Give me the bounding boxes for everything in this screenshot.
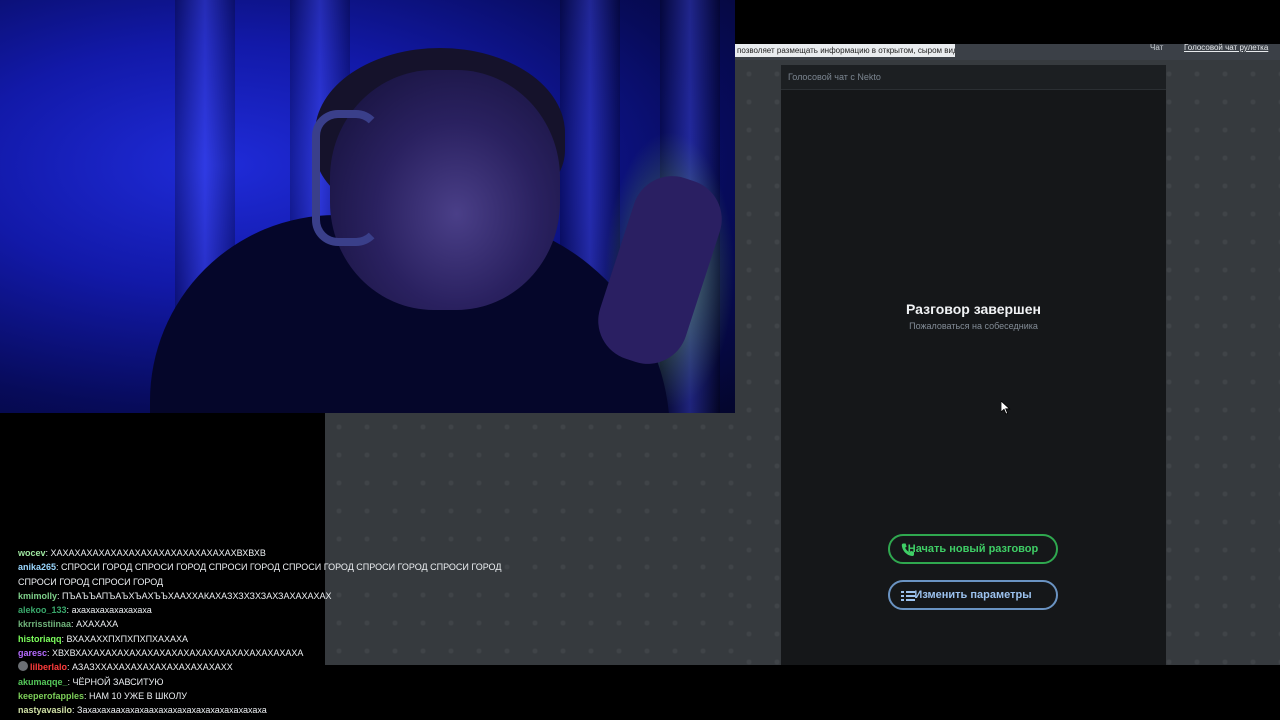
chat-text: ХВХВХАХАХАХАХАХАХАХАХАХАХАХАХАХАХАХАХАХА… xyxy=(52,648,304,659)
chat-message: historiaqq: ВХАХАХХПХПХПХПХАХАХА xyxy=(18,632,538,646)
chat-text: СПРОСИ ГОРОД СПРОСИ ГОРОД СПРОСИ ГОРОД С… xyxy=(18,562,502,587)
chat-username[interactable]: garesc xyxy=(18,648,47,658)
chat-text: ЧЁРНОЙ ЗАВСИТУЮ xyxy=(72,676,164,687)
avatar-badge-icon xyxy=(18,661,28,672)
change-parameters-button[interactable]: Изменить параметры xyxy=(888,580,1058,610)
stream-chat: wocev: ХАХАХАХАХАХАХАХАХАХАХАХАХАХАХАХВХ… xyxy=(18,546,538,718)
chat-username[interactable]: anika265 xyxy=(18,562,56,572)
site-notice: позволяет размещать информацию в открыто… xyxy=(735,44,955,57)
chat-message: alekoo_133: ахахахахахахахаха xyxy=(18,603,538,617)
start-new-conversation-label: Начать новый разговор xyxy=(907,543,1039,555)
settings-list-icon xyxy=(901,591,915,601)
change-parameters-label: Изменить параметры xyxy=(914,589,1032,601)
chat-message: lilberlalo: АЗАЗХХАХАХАХАХАХАХАХАХАХАХХ xyxy=(18,660,538,674)
chat-username[interactable]: nastyavasilo xyxy=(18,705,72,715)
chat-message: keeperofapples: НАМ 10 УЖЕ В ШКОЛУ xyxy=(18,689,538,703)
chat-text: ПЪАЪЪАПЪАЪХЪАХЪЪХААХХАКАХАЗХЗХЗХЗАХЗАХАХ… xyxy=(62,590,332,601)
chat-username[interactable]: historiaqq xyxy=(18,634,62,644)
chat-username[interactable]: keeperofapples xyxy=(18,691,84,701)
report-partner-link[interactable]: Пожаловаться на собеседника xyxy=(781,321,1166,331)
chat-username[interactable]: wocev xyxy=(18,548,46,558)
chat-text: Захахахаахахахаахахахахахахахахахахахаха xyxy=(77,705,267,716)
panel-header: Голосовой чат с Nekto xyxy=(781,65,1166,90)
conversation-ended-title: Разговор завершен xyxy=(906,301,1041,317)
chat-username[interactable]: lilberlalo xyxy=(30,662,67,672)
nav-link-voice-roulette[interactable]: Голосовой чат рулетка xyxy=(1184,43,1268,52)
panel-title: Голосовой чат с Nekto xyxy=(788,72,881,82)
chat-username[interactable]: kkrrisstiinaa xyxy=(18,619,71,629)
chat-text: НАМ 10 УЖЕ В ШКОЛУ xyxy=(89,690,188,701)
chat-text: АЗАЗХХАХАХАХАХАХАХАХАХАХАХХ xyxy=(72,662,233,673)
chat-message: anika265: СПРОСИ ГОРОД СПРОСИ ГОРОД СПРО… xyxy=(18,560,538,589)
chat-username[interactable]: alekoo_133 xyxy=(18,605,67,615)
chat-message: akumaqqe_: ЧЁРНОЙ ЗАВСИТУЮ xyxy=(18,675,538,689)
chat-message: kkrrisstiinaa: АХАХАХА xyxy=(18,617,538,631)
mouse-cursor-icon xyxy=(1001,401,1011,415)
chat-text: АХАХАХА xyxy=(76,619,119,630)
voice-chat-panel: Голосовой чат с Nekto Разговор завершен … xyxy=(781,65,1166,665)
nav-link-chat[interactable]: Чат xyxy=(1150,43,1163,52)
webcam-feed xyxy=(0,0,735,413)
phone-icon xyxy=(901,543,914,556)
headset xyxy=(312,110,382,246)
chat-message: garesc: ХВХВХАХАХАХАХАХАХАХАХАХАХАХАХАХА… xyxy=(18,646,538,660)
chat-message: kmimolly: ПЪАЪЪАПЪАЪХЪАХЪЪХААХХАКАХАЗХЗХ… xyxy=(18,589,538,603)
start-new-conversation-button[interactable]: Начать новый разговор xyxy=(888,534,1058,564)
chat-username[interactable]: kmimolly xyxy=(18,591,57,601)
chat-text: ахахахахахахахаха xyxy=(71,605,152,616)
chat-text: ХАХАХАХАХАХАХАХАХАХАХАХАХАХАХАХВХВХВ xyxy=(50,548,266,558)
chat-message: nastyavasilo: Захахахаахахахаахахахахаха… xyxy=(18,703,538,717)
chat-message: wocev: ХАХАХАХАХАХАХАХАХАХАХАХАХАХАХАХВХ… xyxy=(18,546,538,560)
chat-text: ВХАХАХХПХПХПХПХАХАХА xyxy=(66,633,189,644)
chat-username[interactable]: akumaqqe_ xyxy=(18,677,68,687)
